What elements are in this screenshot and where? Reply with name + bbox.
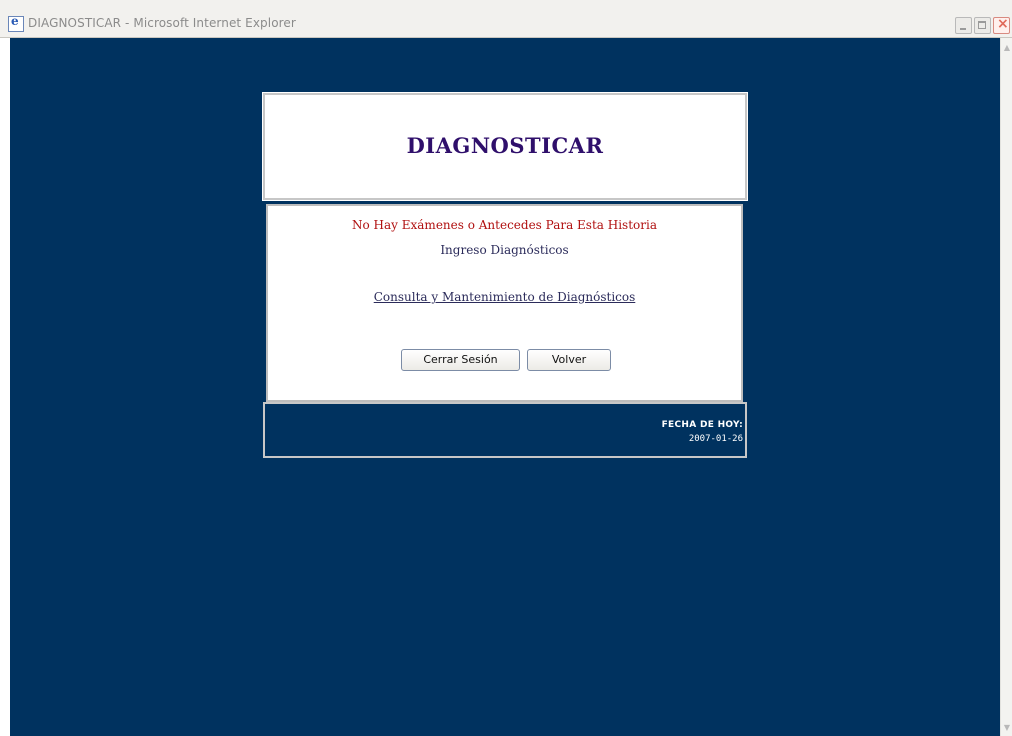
internet-explorer-icon: e (8, 14, 24, 32)
footer-panel: FECHA DE HOY: 2007-01-26 (263, 402, 747, 458)
header-panel: DIAGNOSTICAR (262, 92, 748, 201)
window-left-frame (0, 38, 10, 736)
date-value: 2007-01-26 (688, 434, 743, 444)
close-button[interactable]: × (993, 16, 1010, 34)
back-button[interactable]: Volver (527, 349, 611, 371)
logout-button[interactable]: Cerrar Sesión (401, 349, 520, 371)
window-title: DIAGNOSTICAR - Microsoft Internet Explor… (28, 16, 296, 30)
date-label: FECHA DE HOY: (661, 420, 743, 430)
consulta-diagnosticos-link[interactable]: Consulta y Mantenimiento de Diagnósticos (268, 290, 741, 304)
maximize-button[interactable] (974, 17, 991, 34)
scroll-up-icon[interactable]: ▲ (1002, 42, 1012, 54)
content-panel: No Hay Exámenes o Antecedes Para Esta Hi… (266, 204, 743, 402)
error-message: No Hay Exámenes o Antecedes Para Esta Hi… (352, 218, 657, 232)
section-subtitle: Ingreso Diagnósticos (440, 243, 569, 257)
vertical-scrollbar[interactable]: ▲ ▼ (1000, 38, 1012, 736)
close-icon: × (997, 16, 1009, 32)
window-title-bar[interactable]: e DIAGNOSTICAR - Microsoft Internet Expl… (0, 0, 1012, 38)
page-title: DIAGNOSTICAR (406, 133, 604, 158)
minimize-button[interactable] (955, 17, 972, 34)
scroll-down-icon[interactable]: ▼ (1002, 722, 1012, 734)
